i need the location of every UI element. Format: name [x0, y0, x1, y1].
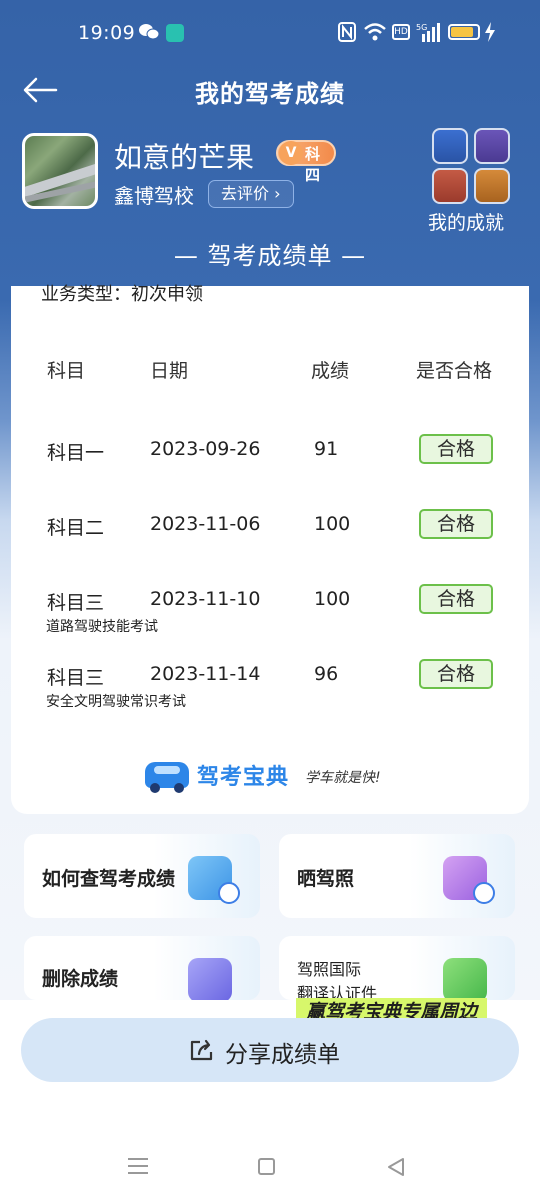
table-row-date: 2023-11-14: [150, 663, 261, 685]
column-header-passed: 是否合格: [416, 360, 493, 382]
column-header-score: 成绩: [311, 360, 350, 382]
license-translation-tile[interactable]: 驾照国际 翻译认证件: [279, 936, 515, 1000]
tile-label: 晒驾照: [297, 868, 355, 890]
column-header-subject: 科目: [47, 360, 86, 382]
table-row-date: 2023-11-10: [150, 588, 261, 610]
brand-slogan: 学车就是快!: [305, 770, 381, 786]
share-button-label: 分享成绩单: [225, 1042, 340, 1068]
nfc-icon: [338, 22, 356, 42]
table-row-date: 2023-11-06: [150, 513, 261, 535]
achievements-label[interactable]: 我的成就: [428, 208, 504, 235]
table-row-score: 96: [314, 663, 339, 685]
back-icon[interactable]: [386, 1157, 406, 1177]
page-title: 我的驾考成绩: [195, 80, 345, 108]
id-card-icon: [443, 958, 487, 1000]
medal-icon: [432, 168, 468, 204]
driving-school-name: 鑫博驾校: [114, 184, 194, 208]
hd-icon: HD: [392, 24, 410, 40]
search-icon: [218, 882, 240, 904]
column-header-date: 日期: [150, 360, 189, 382]
table-row-subject: 科目二: [47, 517, 105, 539]
app-notification-icon: [166, 24, 184, 42]
business-type: 业务类型：初次申领: [41, 284, 203, 305]
brand-name: 驾考宝典: [197, 765, 290, 790]
pass-badge: 合格: [419, 434, 493, 464]
table-row-note: 道路驾驶技能考试: [46, 619, 158, 635]
vip-badge-icon: V: [279, 141, 303, 165]
camera-icon: [473, 882, 495, 904]
table-row-note: 安全文明驾驶常识考试: [46, 694, 186, 710]
charging-icon: [485, 22, 495, 42]
table-row-subject: 科目三: [47, 592, 105, 614]
battery-icon: [448, 24, 480, 40]
report-section-title: — 驾考成绩单 —: [173, 242, 367, 270]
signal-5g-text: 5G: [416, 23, 427, 32]
table-row-score: 100: [314, 588, 351, 610]
status-time: 19:09: [78, 22, 136, 44]
medal-icon: [432, 128, 468, 164]
table-row-subject: 科目三: [47, 667, 105, 689]
wifi-icon: [364, 23, 386, 41]
score-report-card: 业务类型：初次申领 科目 日期 成绩 是否合格 科目一 2023-09-26 9…: [11, 284, 529, 814]
system-nav-bar: [0, 1140, 540, 1200]
delete-scores-tile[interactable]: 删除成绩: [24, 936, 260, 1000]
table-row-score: 100: [314, 513, 351, 535]
tile-label: 删除成绩: [42, 968, 119, 990]
username: 如意的芒果: [114, 141, 255, 174]
pass-badge: 合格: [419, 509, 493, 539]
show-license-tile[interactable]: 晒驾照: [279, 834, 515, 918]
avatar[interactable]: [22, 133, 98, 209]
table-row-subject: 科目一: [47, 442, 105, 464]
tile-label: 驾照国际: [297, 960, 362, 979]
how-to-check-scores-tile[interactable]: 如何查驾考成绩: [24, 834, 260, 918]
share-report-button[interactable]: 分享成绩单: [21, 1018, 519, 1082]
subject-badge: V 科四: [276, 140, 336, 184]
medal-icon: [474, 168, 510, 204]
home-icon[interactable]: [258, 1158, 275, 1175]
tile-label: 如何查驾考成绩: [42, 868, 176, 890]
brand-logo: 驾考宝典 学车就是快!: [145, 758, 405, 794]
document-delete-icon: [188, 958, 232, 1000]
table-row-score: 91: [314, 438, 339, 460]
wechat-icon: [139, 24, 160, 40]
pass-badge: 合格: [419, 584, 493, 614]
pass-badge: 合格: [419, 659, 493, 689]
medal-icon: [474, 128, 510, 164]
review-button[interactable]: 去评价 ›: [208, 180, 294, 208]
car-icon: [145, 762, 189, 793]
share-icon: [190, 1039, 213, 1061]
subject-badge-label: 科四: [305, 145, 321, 184]
signal-icon: 5G: [416, 23, 440, 42]
status-bar: 19:09 HD 5G: [0, 0, 540, 68]
table-row-date: 2023-09-26: [150, 438, 261, 460]
menu-icon[interactable]: [128, 1158, 148, 1174]
achievements-medals[interactable]: [432, 128, 512, 208]
tile-label: 翻译认证件: [297, 984, 378, 1000]
